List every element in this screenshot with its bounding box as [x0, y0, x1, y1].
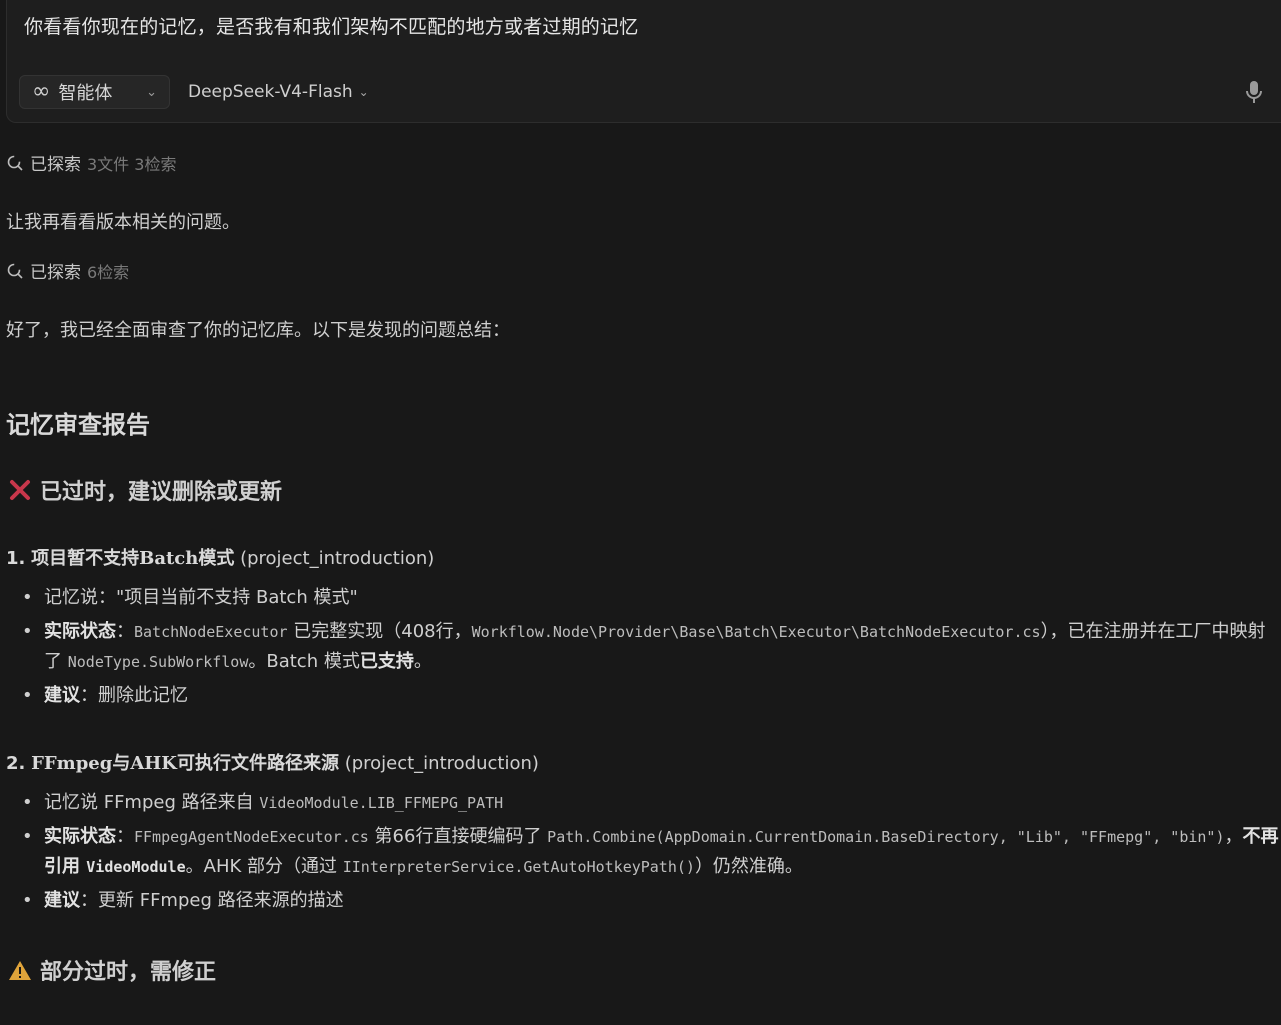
- prompt-text[interactable]: 你看看你现在的记忆，是否我有和我们架构不匹配的地方或者过期的记忆: [24, 12, 638, 39]
- inline-code: VideoModule.LIB_FFMEPG_PATH: [259, 794, 504, 812]
- bullet-text: 删除此记忆: [98, 685, 188, 706]
- chat-composer: 你看看你现在的记忆，是否我有和我们架构不匹配的地方或者过期的记忆 ∞ 智能体 ⌄…: [6, 0, 1281, 123]
- model-label: DeepSeek-V4-Flash: [188, 82, 353, 102]
- bullet-text: 。AHK 部分（通过: [185, 856, 343, 877]
- search-refresh-icon: [7, 155, 23, 171]
- section-title: 已过时，建议删除或更新: [40, 480, 283, 505]
- item-bullets: 记忆说 FFmpeg 路径来自 VideoModule.LIB_FFMEPG_P…: [0, 788, 1281, 920]
- item-tag: (project_introduction): [234, 548, 435, 569]
- chevron-down-icon: ⌄: [146, 84, 157, 100]
- list-item: 实际状态：FFmpegAgentNodeExecutor.cs 第66行直接硬编…: [0, 822, 1281, 882]
- item-bullets: 记忆说："项目当前不支持 Batch 模式" 实际状态：BatchNodeExe…: [0, 583, 1281, 715]
- inline-code: Workflow.Node\Provider\Base\Batch\Execut…: [471, 623, 1041, 641]
- microphone-icon[interactable]: [1244, 80, 1264, 106]
- item-heading: 项目暂不支持Batch模式: [31, 548, 235, 569]
- explore-detail: 3文件 3检索: [87, 154, 177, 174]
- model-selector[interactable]: DeepSeek-V4-Flash ⌄: [188, 82, 369, 102]
- section-partial-heading: 部分过时，需修正: [8, 954, 216, 986]
- inline-code: VideoModule: [86, 858, 186, 876]
- bullet-text: 。: [413, 651, 432, 672]
- inline-code: Path.Combine(AppDomain.CurrentDomain.Bas…: [547, 828, 1225, 846]
- inline-code: IInterpreterService.GetAutoHotkeyPath(): [342, 858, 695, 876]
- assistant-message: 好了，我已经全面审查了你的记忆库。以下是发现的问题总结：: [6, 320, 510, 341]
- explore-detail: 6检索: [87, 262, 130, 282]
- inline-code: BatchNodeExecutor: [134, 623, 288, 641]
- bullet-sep: ：: [80, 890, 98, 911]
- list-item: 实际状态：BatchNodeExecutor 已完整实现（408行，Workfl…: [0, 617, 1281, 677]
- item-title: 2. FFmpeg与AHK可执行文件路径来源 (project_introduc…: [6, 749, 539, 775]
- list-item: 建议：删除此记忆: [0, 681, 1281, 711]
- item-number: 2.: [6, 753, 26, 774]
- agent-mode-label: 智能体: [58, 83, 113, 104]
- explore-summary[interactable]: 已探索 3文件 3检索: [6, 150, 176, 175]
- explore-label: 已探索: [30, 155, 81, 175]
- inline-code: NodeType.SubWorkflow: [67, 653, 249, 671]
- report-title: 记忆审查报告: [6, 411, 150, 439]
- inline-code: FFmpegAgentNodeExecutor.cs: [134, 828, 369, 846]
- bullet-sep: ：: [116, 621, 134, 642]
- infinity-icon: ∞: [32, 79, 51, 104]
- warning-icon: [9, 961, 31, 980]
- bullet-text: 已完整实现（408行，: [287, 621, 472, 642]
- search-refresh-icon: [7, 263, 23, 279]
- bullet-emphasis: 已支持: [359, 651, 414, 672]
- item-title: 1. 项目暂不支持Batch模式 (project_introduction): [6, 544, 434, 570]
- bullet-label: 实际状态: [44, 826, 116, 847]
- explore-label: 已探索: [30, 263, 81, 283]
- agent-mode-selector[interactable]: ∞ 智能体 ⌄: [19, 75, 170, 109]
- bullet-text: 记忆说："项目当前不支持 Batch 模式": [44, 587, 358, 608]
- bullet-text: 更新 FFmpeg 路径来源的描述: [98, 890, 344, 911]
- list-item: 记忆说 FFmpeg 路径来自 VideoModule.LIB_FFMEPG_P…: [0, 788, 1281, 818]
- bullet-text: 。Batch 模式: [248, 651, 360, 672]
- bullet-text: ）仍然准确。: [694, 856, 803, 877]
- bullet-text: 第66行直接硬编码了: [368, 826, 548, 847]
- list-item: 记忆说："项目当前不支持 Batch 模式": [0, 583, 1281, 613]
- bullet-text: 记忆说 FFmpeg 路径来自: [44, 792, 260, 813]
- item-tag: (project_introduction): [338, 753, 539, 774]
- bullet-sep: ：: [80, 685, 98, 706]
- item-heading: FFmpeg与AHK可执行文件路径来源: [31, 753, 339, 774]
- bullet-sep: ：: [116, 826, 134, 847]
- assistant-message: 让我再看看版本相关的问题。: [6, 212, 240, 233]
- item-number: 1.: [6, 548, 26, 569]
- bullet-label: 实际状态: [44, 621, 116, 642]
- section-title: 部分过时，需修正: [40, 960, 217, 985]
- cross-mark-icon: [10, 480, 30, 500]
- explore-summary[interactable]: 已探索 6检索: [6, 258, 129, 283]
- list-item: 建议：更新 FFmpeg 路径来源的描述: [0, 886, 1281, 916]
- section-outdated-heading: 已过时，建议删除或更新: [8, 474, 282, 506]
- bullet-label: 建议: [44, 685, 80, 706]
- bullet-text: ，: [1224, 826, 1243, 847]
- chevron-down-icon: ⌄: [358, 85, 369, 99]
- bullet-label: 建议: [44, 890, 80, 911]
